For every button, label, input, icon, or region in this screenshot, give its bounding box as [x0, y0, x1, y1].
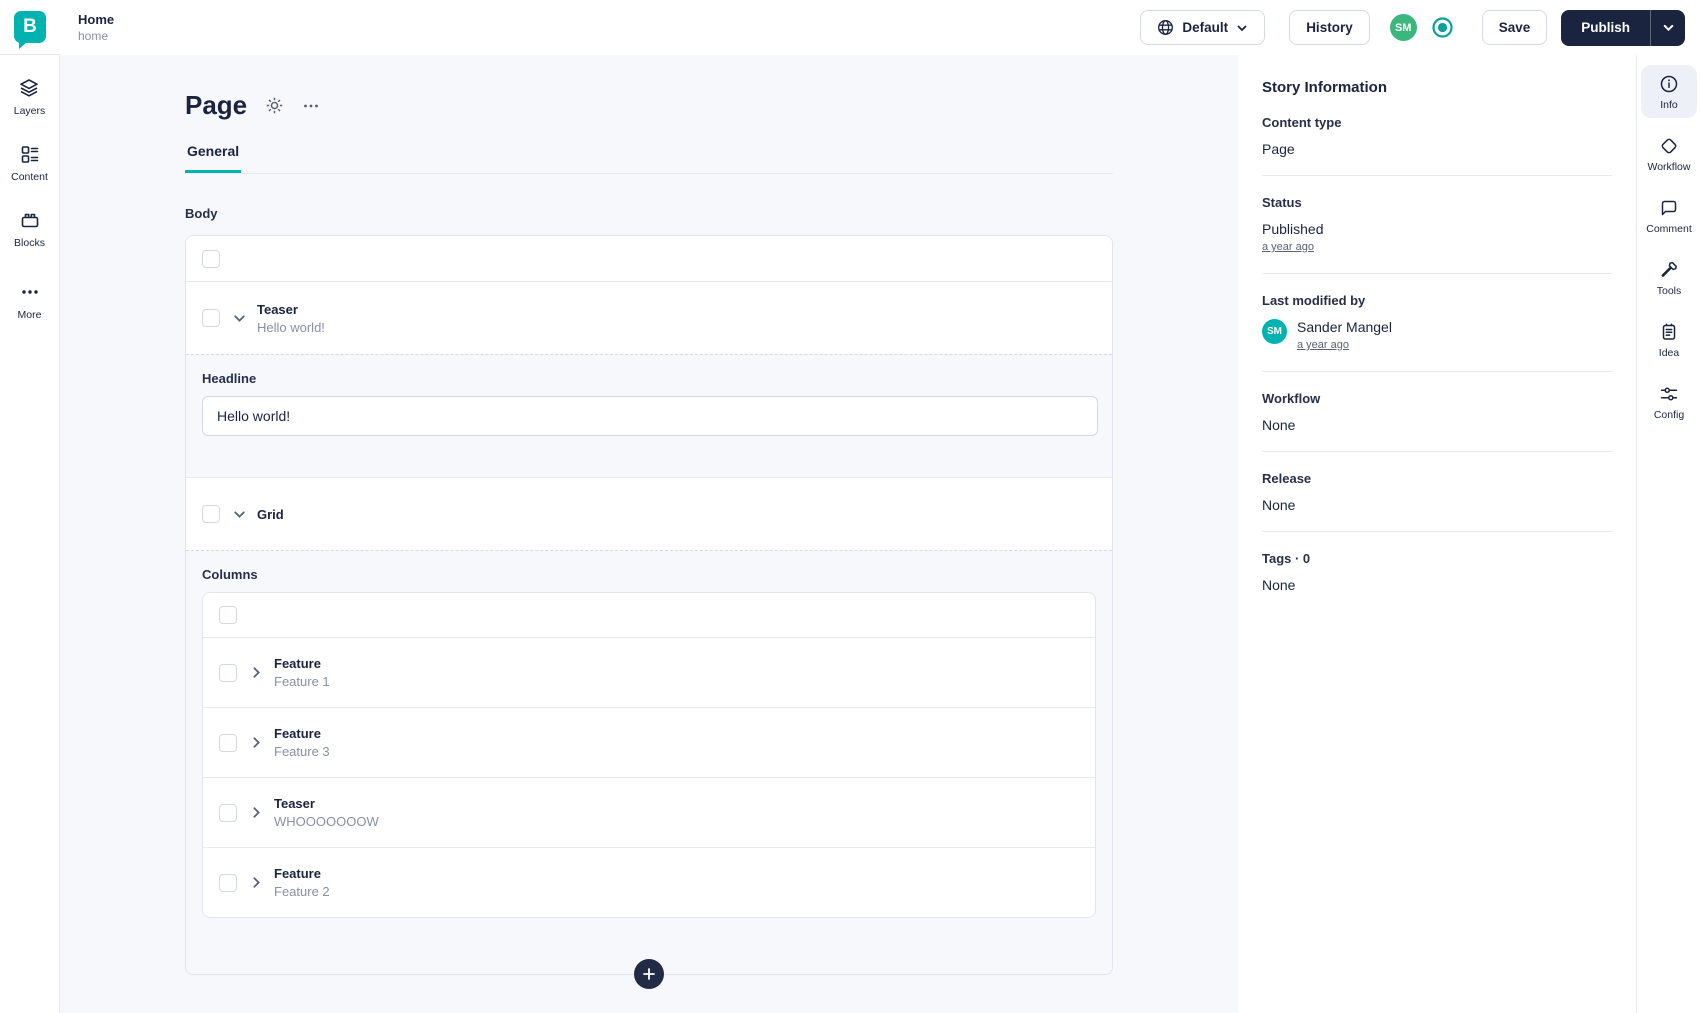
- chevron-right-icon[interactable]: [249, 735, 264, 750]
- editor-tabs: General: [185, 143, 1113, 174]
- chevron-right-icon[interactable]: [249, 665, 264, 680]
- logo-cell: B: [0, 0, 60, 55]
- left-rail: Layers Content Blocks More: [0, 55, 60, 1013]
- breadcrumb: Home home: [78, 11, 114, 45]
- chevron-right-icon[interactable]: [249, 875, 264, 890]
- block-row-teaser[interactable]: Teaser Hello world!: [186, 282, 1112, 354]
- editor-canvas: Page General Body Teaser Hello world! He…: [60, 55, 1238, 1013]
- chevron-down-icon: [1236, 22, 1248, 34]
- select-all-checkbox[interactable]: [202, 249, 220, 268]
- blocks-header-row: [186, 236, 1112, 282]
- block-row-teaser-whoow[interactable]: Teaser WHOOOOOOOW: [203, 777, 1095, 847]
- page-title: Page: [185, 90, 248, 120]
- more-icon: [19, 281, 41, 303]
- content-type-section: Content type Page: [1262, 115, 1342, 157]
- modifier-name: Sander Mangel: [1297, 319, 1392, 335]
- block-subtitle: Feature 2: [274, 884, 330, 899]
- publish-split-button: Publish: [1561, 9, 1685, 46]
- block-row-feature-2[interactable]: Feature Feature 2: [203, 847, 1095, 917]
- block-checkbox[interactable]: [219, 873, 237, 892]
- storyblok-logo-icon[interactable]: B: [14, 11, 46, 49]
- chevron-down-icon[interactable]: [232, 311, 247, 326]
- columns-blocks-card: Feature Feature 1 Feature Feature 3 Teas…: [202, 592, 1096, 918]
- block-checkbox[interactable]: [219, 803, 237, 822]
- comment-icon: [1659, 198, 1679, 218]
- tab-general[interactable]: General: [185, 143, 242, 173]
- block-checkbox[interactable]: [202, 505, 220, 523]
- settings-gear-icon[interactable]: [265, 96, 284, 115]
- block-type: Grid: [257, 506, 284, 522]
- presence-indicator-icon[interactable]: [1431, 16, 1454, 39]
- headline-field-label: Headline: [202, 371, 257, 386]
- status-section: Status Published a year ago: [1262, 175, 1612, 273]
- block-type: Feature: [274, 726, 321, 741]
- headline-input[interactable]: [202, 396, 1098, 436]
- tags-section: Tags · 0 None: [1262, 531, 1612, 611]
- release-section: Release None: [1262, 451, 1612, 531]
- topbar: Home home Default History SM Save Publis…: [60, 0, 1701, 55]
- blocks-icon: [19, 209, 41, 231]
- modifier-avatar: SM: [1262, 319, 1287, 344]
- layers-icon: [18, 77, 40, 99]
- sidebar-item-more[interactable]: More: [18, 281, 41, 321]
- info-icon: [1659, 74, 1679, 94]
- story-slug: home: [78, 29, 109, 44]
- app: B Home home Default History SM Save Publ…: [0, 0, 1701, 1013]
- sidebar-item-content[interactable]: Content: [11, 143, 48, 183]
- publish-options-button[interactable]: [1651, 10, 1685, 46]
- chevron-down-icon[interactable]: [232, 507, 247, 522]
- block-subtitle: Feature 3: [274, 744, 330, 759]
- grid-expanded-fields: Columns Feature Feature 1 Feature Featur…: [186, 550, 1112, 974]
- select-all-checkbox[interactable]: [219, 606, 237, 624]
- workflow-icon: [1659, 136, 1679, 156]
- block-checkbox[interactable]: [219, 663, 237, 682]
- story-information-panel: Story Information Content type Page Stat…: [1238, 55, 1636, 1013]
- columns-field-label: Columns: [202, 567, 258, 582]
- panel-title: Story Information: [1262, 79, 1388, 96]
- sidebar-item-blocks[interactable]: Blocks: [14, 209, 45, 249]
- idea-icon: [1659, 322, 1679, 342]
- columns-header-row: [203, 593, 1095, 637]
- block-subtitle: Hello world!: [257, 319, 325, 335]
- panel-tab-comment[interactable]: Comment: [1641, 189, 1697, 242]
- block-row-feature-3[interactable]: Feature Feature 3: [203, 707, 1095, 777]
- save-button[interactable]: Save: [1481, 10, 1548, 45]
- workflow-section: Workflow None: [1262, 371, 1612, 451]
- body-field-label: Body: [185, 206, 218, 221]
- config-icon: [1659, 384, 1679, 404]
- right-rail: Info Workflow Comment Tools Idea Config: [1636, 55, 1701, 1013]
- panel-tab-idea[interactable]: Idea: [1641, 313, 1697, 366]
- block-checkbox[interactable]: [202, 309, 220, 327]
- block-type: Feature: [274, 866, 321, 881]
- block-type: Feature: [274, 656, 321, 671]
- chevron-right-icon[interactable]: [249, 805, 264, 820]
- add-block-button[interactable]: [634, 959, 664, 989]
- panel-tab-tools[interactable]: Tools: [1641, 251, 1697, 304]
- panel-tab-workflow[interactable]: Workflow: [1641, 127, 1697, 180]
- block-type: Teaser: [274, 796, 315, 811]
- block-subtitle: WHOOOOOOOW: [274, 814, 379, 829]
- publish-button[interactable]: Publish: [1561, 10, 1650, 46]
- page-options-icon[interactable]: [302, 97, 320, 115]
- block-type: Teaser: [257, 301, 298, 317]
- user-avatar[interactable]: SM: [1389, 14, 1417, 41]
- sidebar-item-layers[interactable]: Layers: [14, 77, 45, 117]
- tools-icon: [1659, 260, 1679, 280]
- story-title: Home: [78, 11, 115, 27]
- panel-tab-config[interactable]: Config: [1641, 375, 1697, 428]
- modified-time-link[interactable]: a year ago: [1297, 339, 1349, 351]
- block-subtitle: Feature 1: [274, 674, 330, 689]
- content-icon: [19, 143, 41, 165]
- status-time-link[interactable]: a year ago: [1262, 241, 1314, 253]
- globe-icon: [1157, 19, 1174, 36]
- language-selector[interactable]: Default: [1140, 10, 1266, 45]
- panel-tab-info[interactable]: Info: [1641, 65, 1697, 118]
- block-row-grid[interactable]: Grid: [186, 477, 1112, 550]
- block-checkbox[interactable]: [219, 733, 237, 752]
- history-button[interactable]: History: [1289, 10, 1370, 45]
- teaser-expanded-fields: Headline: [186, 354, 1112, 477]
- last-modified-section: Last modified by SM Sander Mangel a year…: [1262, 273, 1612, 371]
- block-row-feature-1[interactable]: Feature Feature 1: [203, 637, 1095, 707]
- body-blocks-card: Teaser Hello world! Headline Hello world…: [185, 235, 1113, 989]
